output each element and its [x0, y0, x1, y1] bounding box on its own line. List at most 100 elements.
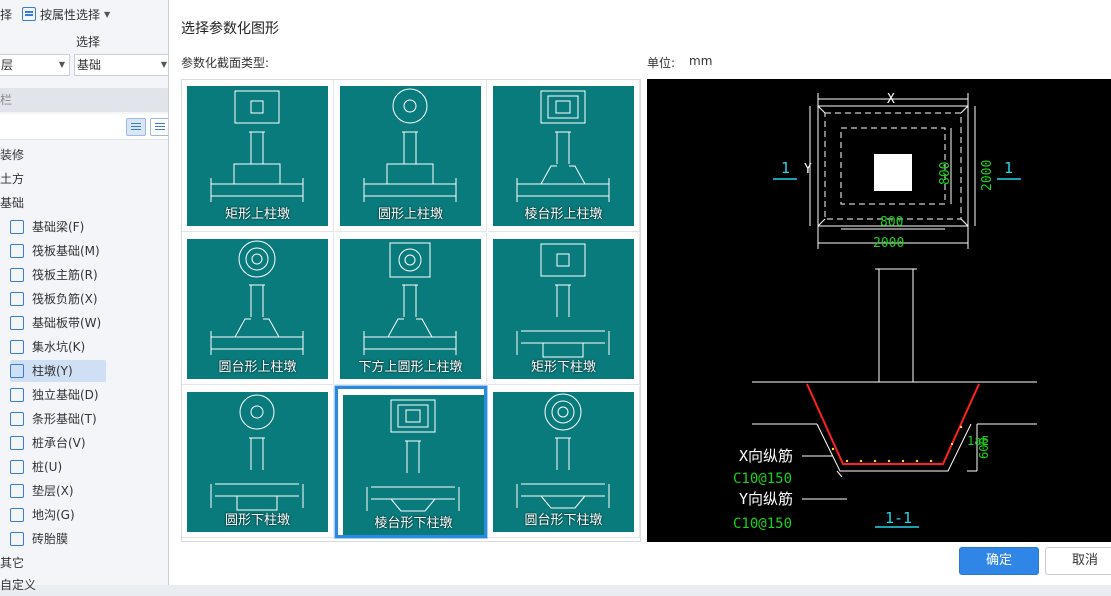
shape-option[interactable]: 矩形下柱墩 [488, 233, 640, 385]
tree-item-raft-negative-bar[interactable]: 筏板负筋(X) [10, 288, 106, 310]
unit-label: 单位: [647, 56, 676, 70]
column-pier-icon [10, 364, 24, 378]
trench-icon [10, 508, 24, 522]
tree-item-label: 筏板主筋(R) [32, 268, 98, 282]
tree-item-label: 地沟(G) [32, 508, 75, 522]
tree-item-custom[interactable]: 自定义 [0, 574, 36, 596]
dim-x-label: X [887, 92, 895, 107]
tree-item-isolated-footing[interactable]: 独立基础(D) [10, 384, 106, 406]
cancel-button[interactable]: 取消 [1045, 547, 1111, 575]
parametric-shape-dialog: 选择参数化图形 参数化截面类型: 单位: mm 矩形上柱墩 圆形上柱墩 棱台形上柱墩… [168, 0, 1111, 585]
floor-select[interactable]: 层 ▼ [0, 54, 70, 76]
confirm-button[interactable]: 确定 [959, 547, 1039, 575]
type-select-value: 基础 [77, 58, 102, 72]
tree-item-pile[interactable]: 桩(U) [10, 456, 106, 478]
dim-800-bottom: 800 [880, 215, 903, 230]
shape-option[interactable]: 棱台形上柱墩 [488, 80, 640, 232]
select-by-attribute-button[interactable]: 按属性选择 ▼ [22, 6, 110, 23]
shape-thumbnail: 棱台形下柱墩 [343, 395, 484, 535]
tree-item-raft-foundation[interactable]: 筏板基础(M) [10, 240, 106, 262]
list-view-icon[interactable] [126, 118, 146, 136]
tree-item-decoration[interactable]: 装修 [0, 144, 24, 166]
app-side-panel: 择 按属性选择 ▼ 选择 层 ▼ 基础 ▼ 栏 装修 土方 基础 基础梁(F) … [0, 0, 172, 592]
select-button-partial[interactable]: 择 [0, 6, 12, 23]
shape-thumbnail: 圆台形上柱墩 [187, 239, 328, 379]
foundation-strip-icon [10, 316, 24, 330]
shape-grid: 矩形上柱墩 圆形上柱墩 棱台形上柱墩圆台形上柱墩 下方上圆形上柱墩 矩形下柱墩圆形下柱墩… [181, 79, 641, 542]
tree-item-pile-cap[interactable]: 桩承台(V) [10, 432, 106, 454]
tree-item-foundation-strip[interactable]: 基础板带(W) [10, 312, 106, 334]
y-bar-value: C10@150 [733, 516, 792, 532]
tree-item-label: 基础梁(F) [32, 220, 85, 234]
rebar-dots [831, 425, 963, 463]
x-bar-label: X向纵筋 [739, 447, 793, 465]
shape-option[interactable]: 圆台形上柱墩 [182, 233, 334, 385]
shape-option[interactable]: 下方上圆形上柱墩 [335, 233, 487, 385]
shape-option[interactable]: 圆台形下柱墩 [488, 386, 640, 538]
shape-thumbnail: 矩形下柱墩 [493, 239, 634, 379]
tree-item-column-pier[interactable]: 柱墩(Y) [10, 360, 106, 382]
tree-item-label: 砖胎膜 [32, 532, 69, 546]
unit-value: mm [689, 54, 713, 68]
shape-option-label: 圆形上柱墩 [377, 207, 443, 222]
chevron-down-icon: ▼ [104, 9, 111, 19]
section-type-label: 参数化截面类型: [181, 56, 270, 70]
dim-2000-right: 2000 [980, 160, 995, 191]
shape-option[interactable]: 圆形上柱墩 [335, 80, 487, 232]
cushion-icon [10, 484, 24, 498]
shape-option-label: 圆形下柱墩 [224, 513, 290, 528]
tree-item-label: 桩承台(V) [32, 436, 86, 450]
tree-item-strip-footing[interactable]: 条形基础(T) [10, 408, 106, 430]
tree-item-foundation-beam[interactable]: 基础梁(F) [10, 216, 106, 238]
x-bar-value: C10@150 [733, 471, 792, 487]
tree-item-label: 筏板基础(M) [32, 244, 100, 258]
sump-pit-icon [10, 340, 24, 354]
shape-thumbnail: 下方上圆形上柱墩 [340, 239, 481, 379]
tree-item-label: 柱墩(Y) [32, 364, 73, 378]
shape-option-label: 圆台形上柱墩 [218, 360, 297, 375]
tree-item-raft-main-bar[interactable]: 筏板主筋(R) [10, 264, 106, 286]
brick-mold-icon [10, 532, 24, 546]
shape-option-label: 棱台形下柱墩 [374, 516, 453, 531]
select-by-attribute-label: 按属性选择 [40, 7, 101, 22]
tree-item-sump-pit[interactable]: 集水坑(K) [10, 336, 106, 358]
tree-item-cushion[interactable]: 垫层(X) [10, 480, 106, 502]
tree-item-trench[interactable]: 地沟(G) [10, 504, 106, 526]
shape-thumbnail: 圆台形下柱墩 [493, 392, 634, 532]
tree-item-label: 集水坑(K) [32, 340, 86, 354]
navigation-header: 栏 [0, 88, 172, 112]
tree-item-foundation[interactable]: 基础 [0, 192, 24, 214]
rebar-line [806, 383, 980, 465]
shape-option-label: 下方上圆形上柱墩 [358, 360, 463, 375]
tree-toolbar [0, 114, 172, 140]
tree-item-label: 桩(U) [32, 460, 63, 474]
tree-item-other[interactable]: 其它 [0, 552, 24, 574]
pile-icon [10, 460, 24, 474]
shape-preview: X Y 800 2000 1aE X向纵筋 C10@150 Y向纵筋 C10@1… [647, 79, 1111, 542]
shape-option[interactable]: 棱台形下柱墩 [335, 386, 487, 538]
column-section [874, 154, 912, 191]
pile-cap-icon [10, 436, 24, 450]
preview-drawing: X Y 800 2000 1aE X向纵筋 C10@150 Y向纵筋 C10@1… [733, 92, 1037, 532]
raft-negative-bar-icon [10, 292, 24, 306]
type-select[interactable]: 基础 ▼ [74, 54, 172, 76]
tree-item-label: 基础板带(W) [32, 316, 102, 330]
tree-item-label: 独立基础(D) [32, 388, 99, 402]
shape-option-label: 棱台形上柱墩 [524, 207, 603, 222]
section-mark-left: 1 [781, 159, 790, 177]
dialog-title: 选择参数化图形 [181, 21, 279, 37]
detail-view-icon[interactable] [150, 118, 170, 136]
shape-option-label: 圆台形下柱墩 [524, 513, 603, 528]
strip-footing-icon [10, 412, 24, 426]
tree-item-label: 筏板负筋(X) [32, 292, 98, 306]
tree-item-label: 条形基础(T) [32, 412, 97, 426]
tree-item-earthwork[interactable]: 土方 [0, 168, 24, 190]
shape-thumbnail: 棱台形上柱墩 [493, 86, 634, 226]
chevron-down-icon: ▼ [58, 60, 65, 69]
tree-item-brick-mold[interactable]: 砖胎膜 [10, 528, 106, 550]
toolbar-group-label: 选择 [76, 35, 101, 49]
shape-option[interactable]: 矩形上柱墩 [182, 80, 334, 232]
isolated-footing-icon [10, 388, 24, 402]
shape-option[interactable]: 圆形下柱墩 [182, 386, 334, 538]
shape-option-label: 矩形上柱墩 [224, 207, 290, 222]
